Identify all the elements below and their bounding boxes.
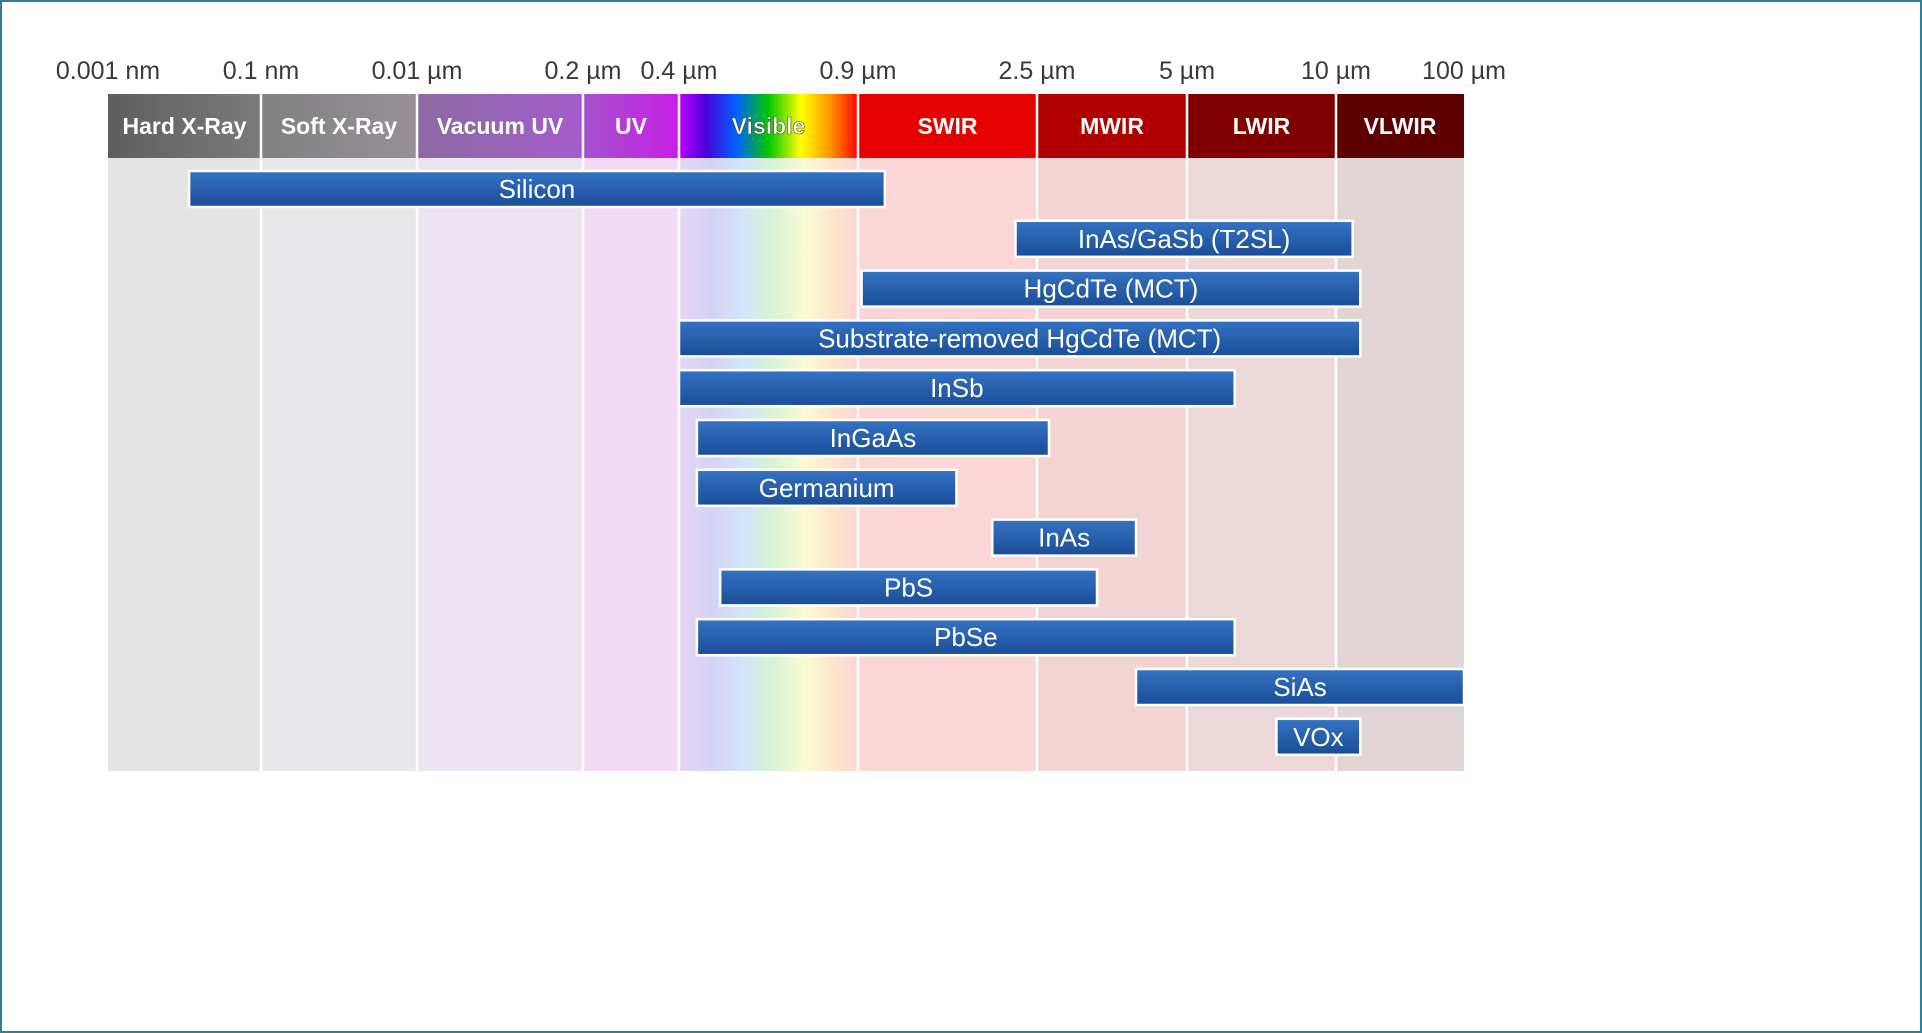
spectrum-chart: Hard X-Ray Soft X-Ray Vacuum UV UV Visible SW…	[56, 57, 1506, 771]
column-bg-vacuum-uv	[417, 158, 583, 771]
band-label-visible: Visible	[732, 113, 806, 139]
material-bar: PbSe	[695, 617, 1236, 657]
material-bar-label: HgCdTe (MCT)	[1024, 274, 1199, 304]
material-bar: VOx	[1275, 717, 1362, 757]
material-bar: SiAs	[1134, 667, 1466, 707]
tick-label: 0.9 µm	[820, 57, 897, 85]
tick-label: 5 µm	[1159, 57, 1215, 85]
column-bg-visible	[679, 158, 858, 771]
tick-label: 0.2 µm	[545, 57, 622, 85]
material-bar-label: SiAs	[1273, 672, 1326, 702]
column-bg-hard-x-ray	[108, 158, 261, 771]
material-bar: Germanium	[695, 468, 958, 508]
material-bar: InAs/GaSb (T2SL)	[1014, 219, 1354, 259]
material-bar-label: PbS	[884, 572, 933, 602]
material-bar: Substrate-removed HgCdTe (MCT)	[677, 319, 1362, 358]
band-label-lwir: LWIR	[1233, 113, 1291, 139]
band-label-mwir: MWIR	[1080, 113, 1144, 139]
column-bg-uv	[583, 158, 679, 771]
material-bar-label: Substrate-removed HgCdTe (MCT)	[818, 323, 1221, 353]
chart-frame: Hard X-Ray Soft X-Ray Vacuum UV UV Visible SW…	[0, 0, 1922, 1033]
column-bg-swir	[858, 158, 1037, 771]
band-label-uv: UV	[615, 113, 648, 139]
material-bar-label: VOx	[1293, 722, 1344, 752]
band-label-vacuum-uv: Vacuum UV	[437, 113, 564, 139]
tick-label: 0.1 nm	[223, 57, 299, 85]
tick-labels: 0.001 nm 0.1 nm 0.01 µm 0.2 µm 0.4 µm 0.9 µm 2…	[56, 57, 1506, 85]
material-bar-label: InAs/GaSb (T2SL)	[1078, 224, 1290, 254]
material-bar-label: InAs	[1038, 523, 1090, 553]
band-label-soft-x-ray: Soft X-Ray	[281, 113, 398, 139]
material-bar: PbS	[718, 568, 1099, 607]
material-bar: InSb	[677, 368, 1236, 408]
material-bar-label: InGaAs	[830, 423, 917, 453]
tick-label: 0.01 µm	[372, 57, 463, 85]
material-bar-label: PbSe	[934, 622, 998, 652]
material-bar: InGaAs	[695, 418, 1051, 458]
tick-label: 0.001 nm	[56, 57, 160, 85]
material-bar-label: Silicon	[499, 174, 576, 204]
tick-label: 0.4 µm	[641, 57, 718, 85]
material-bar: InAs	[991, 518, 1138, 557]
material-bar: Silicon	[187, 169, 887, 209]
column-bg-soft-x-ray	[261, 158, 417, 771]
material-bar-label: InSb	[930, 373, 984, 403]
material-bar: HgCdTe (MCT)	[860, 269, 1362, 308]
tick-label: 10 µm	[1301, 57, 1371, 85]
tick-label: 2.5 µm	[999, 57, 1076, 85]
band-strip: Hard X-Ray Soft X-Ray Vacuum UV UV Visible SW…	[108, 94, 1464, 158]
band-label-swir: SWIR	[917, 113, 977, 139]
band-label-hard-x-ray: Hard X-Ray	[123, 113, 247, 139]
band-label-vlwir: VLWIR	[1364, 113, 1437, 139]
tick-label: 100 µm	[1422, 57, 1506, 85]
material-bar-label: Germanium	[759, 473, 895, 503]
